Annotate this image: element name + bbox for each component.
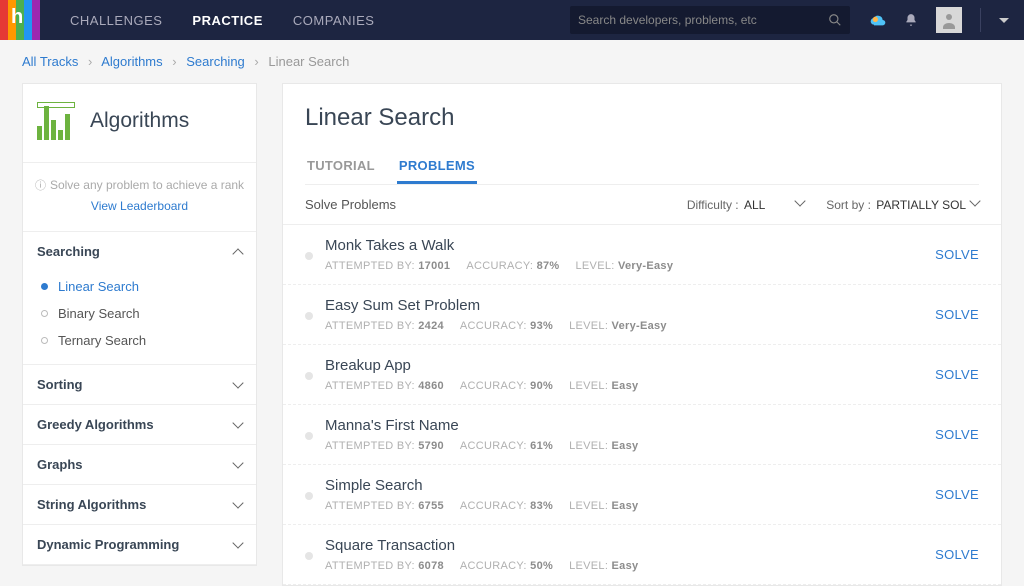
sidebar-item-ternary-search[interactable]: Ternary Search [23,327,256,354]
crumb-current: Linear Search [268,54,349,69]
sidebar-item-binary-search[interactable]: Binary Search [23,300,256,327]
status-dot [305,252,313,260]
solve-button[interactable]: SOLVE [935,367,979,382]
search-icon [828,13,842,27]
chevron-down-icon [232,417,243,428]
section-graphs[interactable]: Graphs [23,445,256,484]
tabs: TUTORIAL PROBLEMS [305,150,979,185]
problem-row[interactable]: Simple Search ATTEMPTED BY: 6755ACCURACY:… [283,465,1001,525]
solve-button[interactable]: SOLVE [935,247,979,262]
crumb-all-tracks[interactable]: All Tracks [22,54,78,69]
problem-meta: ATTEMPTED BY: 4860ACCURACY: 90%LEVEL: Ea… [325,380,935,392]
logo[interactable]: h [0,0,40,40]
problem-name: Manna's First Name [325,417,935,434]
primary-nav: CHALLENGES PRACTICE COMPANIES [70,13,374,28]
info-icon: ⓘ [35,180,46,192]
problem-name: Easy Sum Set Problem [325,297,935,314]
page-title: Linear Search [305,104,979,132]
problem-meta: ATTEMPTED BY: 6755ACCURACY: 83%LEVEL: Ea… [325,500,935,512]
solve-button[interactable]: SOLVE [935,487,979,502]
separator [980,8,981,32]
solve-heading: Solve Problems [305,197,396,212]
problem-row[interactable]: Monk Takes a Walk ATTEMPTED BY: 17001ACCU… [283,225,1001,285]
status-dot [305,432,313,440]
crumb-searching[interactable]: Searching [186,54,245,69]
app-header: h CHALLENGES PRACTICE COMPANIES [0,0,1024,40]
problem-name: Breakup App [325,357,935,374]
problem-meta: ATTEMPTED BY: 2424ACCURACY: 93%LEVEL: Ve… [325,320,935,332]
chevron-up-icon [232,248,243,259]
search-input[interactable] [578,13,828,27]
chevron-down-icon [232,457,243,468]
chevron-down-icon [232,497,243,508]
status-dot [305,552,313,560]
problem-name: Simple Search [325,477,935,494]
crumb-algorithms[interactable]: Algorithms [101,54,162,69]
sort-filter[interactable]: Sort by : PARTIALLY SOL [826,197,979,212]
section-greedy[interactable]: Greedy Algorithms [23,405,256,444]
tab-problems[interactable]: PROBLEMS [397,150,477,184]
algorithms-icon [37,102,75,140]
section-dynamic[interactable]: Dynamic Programming [23,525,256,564]
sidebar-title: Algorithms [90,109,189,133]
chevron-down-icon [795,195,806,206]
rank-prompt: ⓘSolve any problem to achieve a rank [33,177,246,193]
problem-row[interactable]: Square Transaction ATTEMPTED BY: 6078ACCU… [283,525,1001,585]
nav-practice[interactable]: PRACTICE [192,13,262,28]
sidebar: Algorithms ⓘSolve any problem to achieve… [22,83,257,566]
avatar[interactable] [936,7,962,33]
nav-companies[interactable]: COMPANIES [293,13,375,28]
chevron-down-icon [969,195,980,206]
problem-meta: ATTEMPTED BY: 6078ACCURACY: 50%LEVEL: Ea… [325,560,935,572]
status-dot [305,372,313,380]
search-box[interactable] [570,6,850,34]
solve-button[interactable]: SOLVE [935,427,979,442]
solve-button[interactable]: SOLVE [935,547,979,562]
status-dot [305,312,313,320]
problem-meta: ATTEMPTED BY: 5790ACCURACY: 61%LEVEL: Ea… [325,440,935,452]
tab-tutorial[interactable]: TUTORIAL [305,150,377,184]
nav-challenges[interactable]: CHALLENGES [70,13,162,28]
solve-button[interactable]: SOLVE [935,307,979,322]
problem-meta: ATTEMPTED BY: 17001ACCURACY: 87%LEVEL: V… [325,260,935,272]
section-sorting[interactable]: Sorting [23,365,256,404]
cloud-icon[interactable] [870,12,886,28]
problem-row[interactable]: Breakup App ATTEMPTED BY: 4860ACCURACY: 9… [283,345,1001,405]
sidebar-item-linear-search[interactable]: Linear Search [23,273,256,300]
section-searching[interactable]: Searching [23,232,256,271]
problem-row[interactable]: Manna's First Name ATTEMPTED BY: 5790ACCU… [283,405,1001,465]
problems-list: Monk Takes a Walk ATTEMPTED BY: 17001ACCU… [283,225,1001,585]
main-content: Linear Search TUTORIAL PROBLEMS Solve Pr… [282,83,1002,586]
bell-icon[interactable] [904,13,918,27]
chevron-down-icon [232,377,243,388]
problem-name: Square Transaction [325,537,935,554]
user-menu-caret-icon[interactable] [999,18,1009,23]
problem-row[interactable]: Easy Sum Set Problem ATTEMPTED BY: 2424AC… [283,285,1001,345]
chevron-down-icon [232,537,243,548]
section-string[interactable]: String Algorithms [23,485,256,524]
leaderboard-link[interactable]: View Leaderboard [33,199,246,213]
breadcrumb: All Tracks › Algorithms › Searching › Li… [22,40,1002,83]
difficulty-filter[interactable]: Difficulty : ALL [687,197,804,212]
status-dot [305,492,313,500]
problem-name: Monk Takes a Walk [325,237,935,254]
